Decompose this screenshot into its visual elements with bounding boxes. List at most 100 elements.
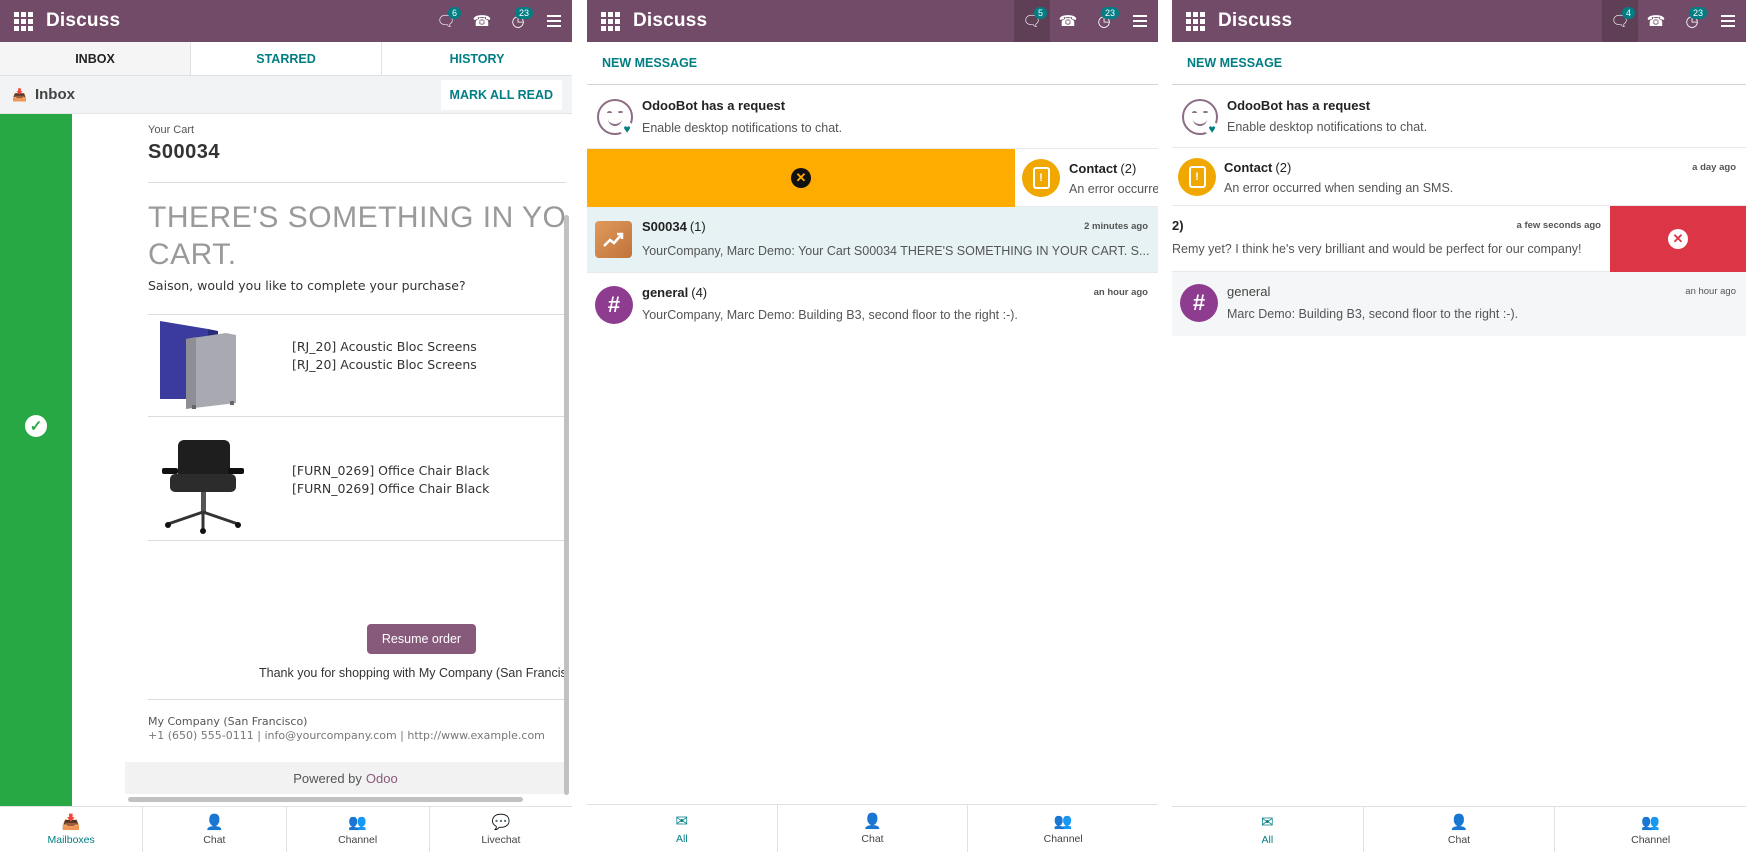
phone-icon[interactable]: ☎ [1050,0,1086,42]
nav-all[interactable]: ✉ All [587,805,778,852]
swipe-dismiss-action[interactable]: ✕ [587,149,1015,207]
chat-bubbles-icon[interactable]: 🗨 6 [428,0,464,42]
mark-all-read-button[interactable]: MARK ALL READ [440,80,562,110]
new-message-button[interactable]: NEW MESSAGE [1172,42,1746,85]
item-name: Contact (2) [1069,161,1137,176]
divider [148,416,566,417]
phone-icon[interactable]: ☎ [1638,0,1674,42]
odoobot-request-item[interactable]: ♥ OdooBot has a request Enable desktop n… [1172,86,1746,148]
item-name: OdooBot has a request [642,98,786,113]
nav-label: Chat [861,833,884,845]
hamburger-menu-icon[interactable] [536,0,572,42]
nav-mailboxes[interactable]: 📥 Mailboxes [0,807,144,852]
item-name: general (4) [642,285,708,300]
chat-badge: 4 [1621,7,1635,19]
swipe-mark-read-action[interactable]: ✓ [0,114,72,806]
heart-icon: ♥ [620,122,634,136]
tab-inbox[interactable]: INBOX [0,42,191,75]
users-icon: 👥 [1053,813,1073,830]
resume-order-button[interactable]: Resume order [367,624,476,654]
phone-icon[interactable]: ☎ [464,0,500,42]
nav-channel[interactable]: 👥 Channel [1555,807,1746,852]
item-preview: Marc Demo: Building B3, second floor to … [1227,307,1519,321]
product-2-text: [FURN_0269] Office Chair Black [FURN_026… [292,462,489,498]
tab-history[interactable]: HISTORY [382,42,572,75]
activity-clock-icon[interactable]: ◷ 23 [1674,0,1710,42]
swiped-conversation-item[interactable]: 2) a few seconds ago Remy yet? I think h… [1172,206,1746,272]
inbox-label: Inbox [34,86,75,103]
horizontal-scrollbar[interactable] [128,797,523,802]
vertical-scrollbar[interactable] [564,215,569,795]
nav-chat[interactable]: 👤 Chat [778,805,969,852]
purchase-question: Saison, would you like to complete your … [148,278,466,293]
item-time: a few seconds ago [1516,220,1601,231]
activity-badge: 23 [1688,7,1707,19]
nav-livechat[interactable]: 💬 Livechat [430,807,572,852]
general-channel-item[interactable]: # general (4) an hour ago YourCompany, Ma… [587,273,1158,339]
nav-all[interactable]: ✉ All [1172,807,1364,852]
warning-phone-icon: ! [1022,159,1060,197]
apps-grid-icon[interactable] [601,12,623,31]
item-preview: An error occurred when sending an SMS. [1224,181,1454,195]
s00034-item[interactable]: S00034 (1) 2 minutes ago YourCompany, Mar… [587,207,1158,273]
chat-bubbles-icon[interactable]: 🗨 5 [1014,0,1050,42]
close-circle-icon: ✕ [791,168,811,188]
hamburger-menu-icon[interactable] [1122,0,1158,42]
order-reference: S00034 [148,141,220,163]
inbox-icon: 📥 [61,814,81,831]
envelope-icon: ✉ [675,813,689,830]
activity-clock-icon[interactable]: ◷ 23 [1086,0,1122,42]
swipe-delete-action[interactable]: ✕ [1610,206,1746,272]
top-bar: Discuss 🗨 6 ☎ ◷ 23 [0,0,572,42]
item-preview: Enable desktop notifications to chat. [642,121,843,135]
product-2-line1: [FURN_0269] Office Chair Black [292,463,490,478]
check-circle-icon: ✓ [25,415,47,437]
nav-channel[interactable]: 👥 Channel [968,805,1158,852]
comments-icon: 💬 [491,814,511,831]
general-channel-item[interactable]: # general an hour ago Marc Demo: Buildin… [1172,272,1746,336]
nav-label: Chat [203,834,226,846]
heart-icon: ♥ [1205,122,1219,136]
item-preview: Enable desktop notifications to chat. [1227,120,1428,134]
thanks-text: Thank you for shopping with My Company (… [259,666,566,680]
acoustic-screens-image [156,309,251,409]
odoobot-avatar: ♥ [1182,99,1219,136]
app-title: Discuss [46,10,121,31]
product-1-line2: [RJ_20] Acoustic Bloc Screens [292,357,477,372]
apps-grid-icon[interactable] [14,12,36,31]
hamburger-menu-icon[interactable] [1710,0,1746,42]
contact-error-item[interactable]: ✕ ! Contact(2) An error occurred when se… [587,149,1158,207]
discuss-messaging-panel-swiped: Discuss 🗨 4 ☎ ◷ 23 NEW MESSAGE ♥ OdooBot h… [1172,0,1746,852]
odoobot-request-item[interactable]: ♥ OdooBot has a request Enable desktop n… [587,86,1158,149]
item-preview: YourCompany, Marc Demo: Building B3, sec… [642,308,1018,322]
powered-by-text: Powered by [293,770,362,786]
discuss-messaging-panel: Discuss 🗨 5 ☎ ◷ 23 NEW MESSAGE ♥ OdooBot h… [587,0,1158,852]
item-name: 2) [1172,218,1184,233]
nav-label: Channel [1631,834,1671,846]
tab-starred[interactable]: STARRED [191,42,382,75]
users-icon: 👥 [348,814,367,831]
contact-error-item[interactable]: ! Contact (2) a day ago An error occurred… [1172,148,1746,206]
activity-badge: 23 [1100,7,1119,19]
nav-label: Mailboxes [47,834,95,846]
mailbox-tabs: INBOX STARRED HISTORY [0,42,572,76]
nav-chat[interactable]: 👤 Chat [143,807,287,852]
odoo-link[interactable]: Odoo [366,771,398,786]
odoobot-avatar: ♥ [597,99,634,136]
bottom-navigation: ✉ All 👤 Chat 👥 Channel [1172,806,1746,852]
nav-channel[interactable]: 👥 Channel [287,807,430,852]
chat-bubbles-icon[interactable]: 🗨 4 [1602,0,1638,42]
item-preview: YourCompany, Marc Demo: Your Cart S00034… [642,244,1150,258]
nav-label: All [676,833,688,845]
divider [148,699,566,700]
divider [148,540,566,541]
user-icon: 👤 [205,814,224,831]
item-time: an hour ago [1685,286,1736,297]
new-message-button[interactable]: NEW MESSAGE [587,42,1158,85]
activity-clock-icon[interactable]: ◷ 23 [500,0,536,42]
nav-label: Chat [1447,834,1471,846]
office-chair-image [156,434,251,534]
apps-grid-icon[interactable] [1186,12,1208,31]
item-name: S00034 (1) [642,219,706,234]
nav-chat[interactable]: 👤 Chat [1364,807,1556,852]
